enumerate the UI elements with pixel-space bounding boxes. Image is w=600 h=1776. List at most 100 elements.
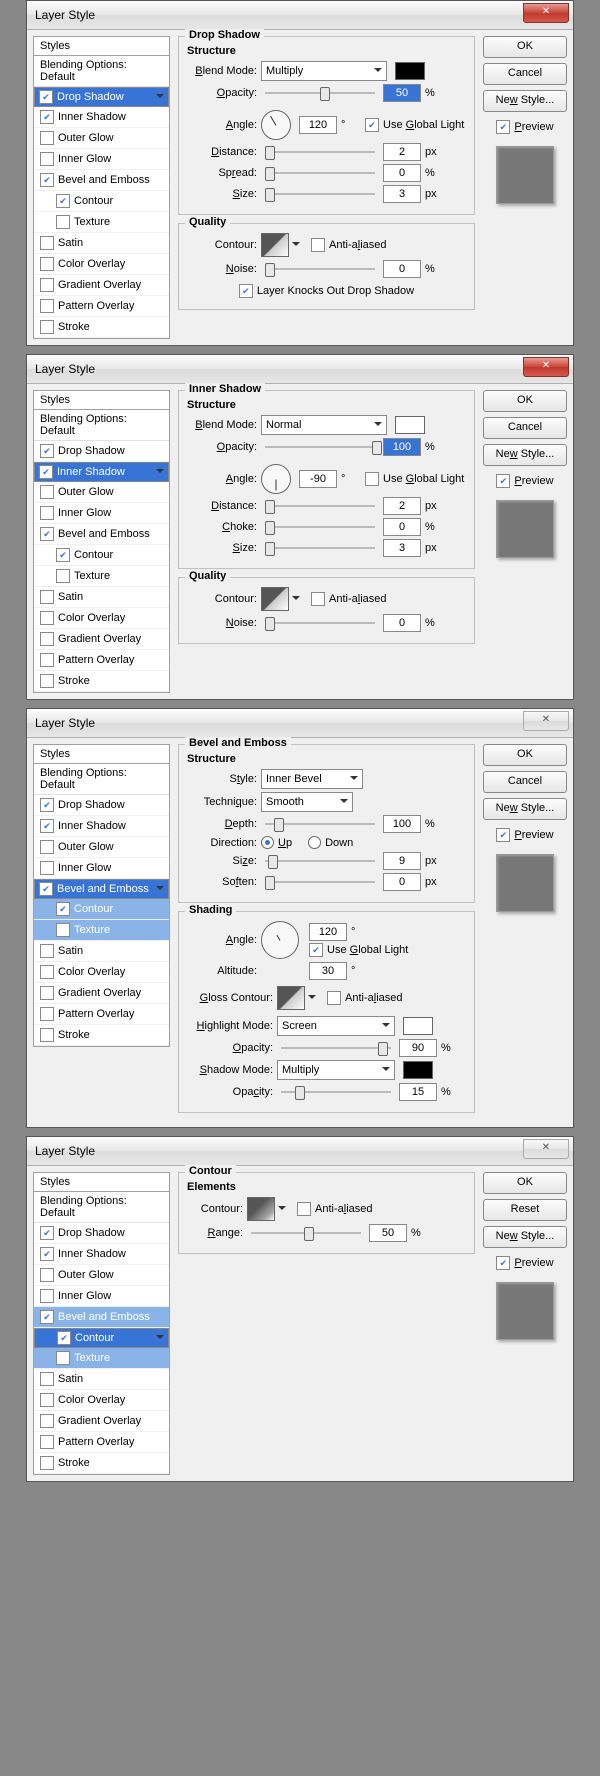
angle-input[interactable]: 120	[309, 923, 347, 941]
global-light-checkbox[interactable]	[365, 472, 379, 486]
style-inner-glow[interactable]: Inner Glow	[34, 503, 169, 524]
size-input[interactable]: 3	[383, 185, 421, 203]
checkbox[interactable]	[40, 236, 54, 250]
blending-options[interactable]: Blending Options: Default	[34, 1192, 169, 1223]
distance-slider[interactable]	[265, 498, 375, 514]
checkbox[interactable]	[40, 861, 54, 875]
distance-input[interactable]: 2	[383, 497, 421, 515]
antialiased-checkbox[interactable]	[327, 991, 341, 1005]
style-gradient-overlay[interactable]: Gradient Overlay	[34, 275, 169, 296]
checkbox[interactable]	[40, 590, 54, 604]
global-light-checkbox[interactable]	[309, 943, 323, 957]
color-swatch[interactable]	[395, 416, 425, 434]
style-pattern-overlay[interactable]: Pattern Overlay	[34, 1432, 169, 1453]
shadow-opacity-input[interactable]: 15	[399, 1083, 437, 1101]
style-pattern-overlay[interactable]: Pattern Overlay	[34, 296, 169, 317]
checkbox[interactable]	[40, 798, 54, 812]
style-inner-shadow[interactable]: Inner Shadow	[34, 107, 169, 128]
checkbox[interactable]	[40, 1372, 54, 1386]
checkbox[interactable]	[39, 882, 53, 896]
close-button[interactable]: ✕	[523, 1139, 569, 1159]
checkbox[interactable]	[40, 1414, 54, 1428]
noise-slider[interactable]	[265, 261, 375, 277]
checkbox[interactable]	[56, 1351, 70, 1365]
style-outer-glow[interactable]: Outer Glow	[34, 128, 169, 149]
knockout-checkbox[interactable]	[239, 284, 253, 298]
size-input[interactable]: 3	[383, 539, 421, 557]
close-button[interactable]: ✕	[523, 711, 569, 731]
checkbox[interactable]	[40, 632, 54, 646]
checkbox[interactable]	[40, 444, 54, 458]
style-stroke[interactable]: Stroke	[34, 1453, 169, 1474]
size-input[interactable]: 9	[383, 852, 421, 870]
direction-up-radio[interactable]	[261, 836, 274, 849]
highlight-mode-select[interactable]: Screen	[277, 1016, 395, 1036]
new-style-button[interactable]: New Style...	[483, 90, 567, 112]
shadow-mode-select[interactable]: Multiply	[277, 1060, 395, 1080]
checkbox[interactable]	[40, 840, 54, 854]
cancel-button[interactable]: Cancel	[483, 417, 567, 439]
style-drop-shadow[interactable]: Drop Shadow	[34, 1223, 169, 1244]
checkbox[interactable]	[40, 1028, 54, 1042]
checkbox[interactable]	[40, 965, 54, 979]
angle-dial[interactable]	[261, 110, 291, 140]
checkbox[interactable]	[40, 152, 54, 166]
checkbox[interactable]	[40, 1007, 54, 1021]
distance-slider[interactable]	[265, 144, 375, 160]
new-style-button[interactable]: New Style...	[483, 444, 567, 466]
cancel-button[interactable]: Cancel	[483, 771, 567, 793]
close-button[interactable]: ✕	[523, 357, 569, 377]
checkbox[interactable]	[40, 674, 54, 688]
style-satin[interactable]: Satin	[34, 233, 169, 254]
style-color-overlay[interactable]: Color Overlay	[34, 254, 169, 275]
checkbox[interactable]	[40, 1393, 54, 1407]
checkbox[interactable]	[57, 1331, 71, 1345]
new-style-button[interactable]: New Style...	[483, 798, 567, 820]
checkbox[interactable]	[40, 1456, 54, 1470]
blend-mode-select[interactable]: Normal	[261, 415, 387, 435]
soften-input[interactable]: 0	[383, 873, 421, 891]
cancel-button[interactable]: Cancel	[483, 63, 567, 85]
style-color-overlay[interactable]: Color Overlay	[34, 1390, 169, 1411]
opacity-input[interactable]: 50	[383, 84, 421, 102]
soften-slider[interactable]	[265, 874, 375, 890]
style-satin[interactable]: Satin	[34, 587, 169, 608]
checkbox[interactable]	[40, 506, 54, 520]
checkbox[interactable]	[56, 548, 70, 562]
checkbox[interactable]	[56, 569, 70, 583]
checkbox[interactable]	[40, 131, 54, 145]
checkbox[interactable]	[40, 819, 54, 833]
checkbox[interactable]	[40, 257, 54, 271]
style-satin[interactable]: Satin	[34, 1369, 169, 1390]
checkbox[interactable]	[39, 90, 53, 104]
checkbox[interactable]	[40, 944, 54, 958]
checkbox[interactable]	[40, 485, 54, 499]
style-bevel-emboss[interactable]: Bevel and Emboss	[34, 524, 169, 545]
checkbox[interactable]	[56, 902, 70, 916]
contour-picker[interactable]	[261, 587, 289, 611]
spread-input[interactable]: 0	[383, 164, 421, 182]
size-slider[interactable]	[265, 540, 375, 556]
angle-dial[interactable]	[261, 921, 299, 959]
checkbox[interactable]	[40, 320, 54, 334]
contour-picker[interactable]	[247, 1197, 275, 1221]
checkbox[interactable]	[40, 653, 54, 667]
preview-checkbox[interactable]	[496, 120, 510, 134]
style-texture[interactable]: Texture	[34, 920, 169, 941]
shadow-opacity-slider[interactable]	[281, 1084, 391, 1100]
style-pattern-overlay[interactable]: Pattern Overlay	[34, 1004, 169, 1025]
opacity-slider[interactable]	[265, 439, 375, 455]
checkbox[interactable]	[40, 986, 54, 1000]
contour-picker[interactable]	[261, 233, 289, 257]
style-contour[interactable]: Contour	[34, 1328, 169, 1348]
style-drop-shadow[interactable]: Drop Shadow	[34, 441, 169, 462]
style-bevel-emboss[interactable]: Bevel and Emboss	[34, 879, 169, 899]
style-texture[interactable]: Texture	[34, 1348, 169, 1369]
technique-select[interactable]: Smooth	[261, 792, 353, 812]
choke-slider[interactable]	[265, 519, 375, 535]
preview-checkbox[interactable]	[496, 1256, 510, 1270]
size-slider[interactable]	[265, 853, 375, 869]
style-inner-shadow[interactable]: Inner Shadow	[34, 1244, 169, 1265]
reset-button[interactable]: Reset	[483, 1199, 567, 1221]
checkbox[interactable]	[40, 1289, 54, 1303]
